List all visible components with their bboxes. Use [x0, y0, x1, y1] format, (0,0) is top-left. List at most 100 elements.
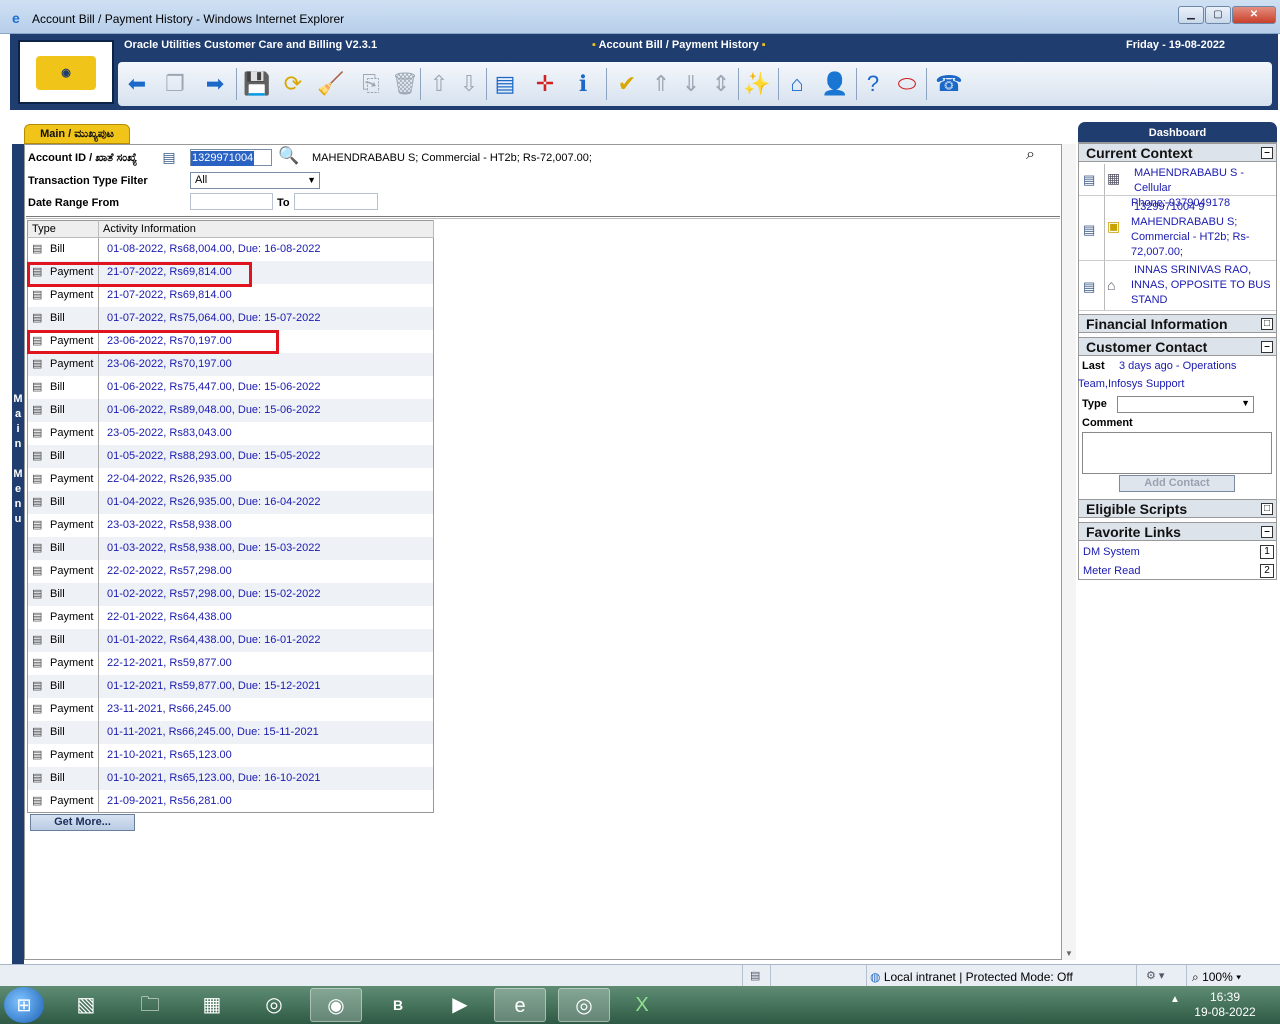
go-up-icon[interactable]: ⇑: [646, 68, 676, 100]
clear-broom-icon[interactable]: 🧹: [316, 68, 346, 100]
activity-information-link[interactable]: 01-04-2022, Rs26,935.00, Due: 16-04-2022: [98, 490, 434, 514]
b-app-icon[interactable]: B: [372, 988, 424, 1022]
expand-icon[interactable]: □: [1261, 503, 1273, 515]
main-menu-sidebar[interactable]: Main Menu: [12, 144, 24, 970]
copy-icon[interactable]: ⎘: [356, 68, 386, 100]
table-row[interactable]: ▤ Payment 22-01-2022, Rs64,438.00: [27, 605, 434, 629]
media-player-icon[interactable]: ▶: [434, 988, 486, 1022]
activity-information-link[interactable]: 21-09-2021, Rs56,281.00: [99, 790, 434, 813]
contact-type-select[interactable]: ▼: [1117, 396, 1254, 413]
context-menu-icon[interactable]: ▤: [32, 450, 46, 462]
maximize-button[interactable]: ▢: [1205, 6, 1231, 24]
table-row[interactable]: ▤ Bill 01-10-2021, Rs65,123.00, Due: 16-10…: [27, 766, 434, 790]
context-item-premise[interactable]: ▤ ⌂ INNAS SRINIVAS RAO, INNAS, OPPOSITE …: [1079, 263, 1276, 311]
date-from-input[interactable]: [190, 193, 273, 210]
activity-information-link[interactable]: 01-06-2022, Rs75,447.00, Due: 15-06-2022: [99, 376, 434, 399]
next-record-icon[interactable]: ⇩: [454, 68, 484, 100]
financial-information-header[interactable]: Financial Information □: [1079, 314, 1276, 333]
context-menu-icon[interactable]: ▤: [32, 772, 46, 784]
help-icon[interactable]: ?: [858, 68, 888, 100]
expand-icon[interactable]: □: [1261, 318, 1273, 330]
activity-information-link[interactable]: 21-10-2021, Rs65,123.00: [99, 744, 434, 767]
activity-information-link[interactable]: 01-06-2022, Rs89,048.00, Due: 15-06-2022: [98, 398, 434, 422]
file-explorer-icon[interactable]: 🗀: [124, 988, 176, 1022]
current-context-header[interactable]: Current Context –: [1079, 143, 1276, 162]
context-menu-icon[interactable]: ▤: [160, 149, 178, 165]
table-row[interactable]: ▤ Payment 22-12-2021, Rs59,877.00: [27, 651, 434, 675]
tab-main[interactable]: Main / ಮುಖ್ಯಪುಟ: [24, 124, 130, 144]
table-row[interactable]: ▤ Payment 23-11-2021, Rs66,245.00: [27, 697, 434, 721]
activity-information-link[interactable]: 01-11-2021, Rs66,245.00, Due: 15-11-2021: [98, 720, 434, 744]
excel-icon[interactable]: X: [616, 988, 668, 1022]
context-menu-icon[interactable]: ▤: [32, 749, 46, 761]
context-menu-icon[interactable]: ▤: [32, 243, 46, 255]
security-zone[interactable]: ◍ Local intranet | Protected Mode: Off: [870, 970, 1073, 984]
internet-explorer-icon[interactable]: e: [494, 988, 546, 1022]
activity-information-link[interactable]: 01-07-2022, Rs75,064.00, Due: 15-07-2022: [98, 306, 434, 330]
context-menu-icon[interactable]: ▤: [32, 611, 46, 623]
table-row[interactable]: ▤ Payment 22-04-2022, Rs26,935.00: [27, 467, 434, 491]
performance-monitor-icon[interactable]: ▦: [186, 988, 238, 1022]
collapse-icon[interactable]: ⇕: [706, 68, 736, 100]
activity-information-link[interactable]: 01-03-2022, Rs58,938.00, Due: 15-03-2022: [98, 536, 434, 560]
table-row[interactable]: ▤ Payment 21-10-2021, Rs65,123.00: [27, 743, 434, 767]
context-menu-icon[interactable]: ▤: [32, 427, 46, 439]
back-arrow-icon[interactable]: ⬅: [122, 68, 152, 100]
user-preferences-icon[interactable]: 👤: [820, 68, 850, 100]
context-menu-icon[interactable]: ▤: [32, 496, 46, 508]
last-contact-value[interactable]: 3 days ago - Operations: [1119, 360, 1236, 372]
context-menu-icon[interactable]: ▤: [32, 703, 46, 715]
activity-information-link[interactable]: 22-04-2022, Rs26,935.00: [99, 468, 434, 491]
context-menu-icon[interactable]: ▤: [32, 519, 46, 531]
home-icon[interactable]: ⌂: [782, 68, 812, 100]
activity-information-link[interactable]: 23-05-2022, Rs83,043.00: [99, 422, 434, 445]
get-more-button[interactable]: Get More...: [30, 814, 135, 831]
start-button[interactable]: ⊞: [4, 987, 44, 1023]
context-menu-icon[interactable]: ▤: [1083, 279, 1101, 295]
eligible-scripts-header[interactable]: Eligible Scripts □: [1079, 499, 1276, 518]
context-menu-icon[interactable]: ▤: [32, 634, 46, 646]
context-menu-icon[interactable]: ▤: [32, 795, 46, 807]
activity-information-link[interactable]: 22-02-2022, Rs57,298.00: [99, 560, 434, 583]
firefox-icon[interactable]: ◉: [310, 988, 362, 1022]
collapse-icon[interactable]: –: [1261, 526, 1273, 538]
system-clock[interactable]: 16:39 19-08-2022: [1190, 990, 1260, 1020]
table-row[interactable]: ▤ Bill 01-06-2022, Rs75,447.00, Due: 15-06…: [27, 375, 434, 399]
table-row[interactable]: ▤ Bill 01-07-2022, Rs75,064.00, Due: 15-07…: [27, 306, 434, 330]
chrome-profile-icon[interactable]: ◎: [558, 988, 610, 1022]
table-row[interactable]: ▤ Payment 23-06-2022, Rs70,197.00: [27, 352, 434, 376]
refresh-icon[interactable]: ⟳: [278, 68, 308, 100]
collapse-icon[interactable]: –: [1261, 147, 1273, 159]
context-menu-icon[interactable]: ▤: [1083, 222, 1101, 238]
activity-information-link[interactable]: 01-01-2022, Rs64,438.00, Due: 16-01-2022: [98, 628, 434, 652]
customer-contact-header[interactable]: Customer Contact –: [1079, 337, 1276, 356]
previous-record-icon[interactable]: ⇧: [424, 68, 454, 100]
activity-information-link[interactable]: 22-01-2022, Rs64,438.00: [99, 606, 434, 629]
zoom-level[interactable]: ⌕ 100% ▾: [1192, 970, 1241, 985]
save-icon[interactable]: 💾: [242, 68, 272, 100]
alert-crosshair-icon[interactable]: ✛: [530, 68, 560, 100]
last-contact-value-continued[interactable]: Team,Infosys Support: [1078, 378, 1184, 390]
context-menu-icon[interactable]: ▤: [32, 358, 46, 370]
context-item-account[interactable]: ▤ ▣ 1329971004 9 MAHENDRABABU S; Commerc…: [1079, 198, 1276, 261]
table-row[interactable]: ▤ Bill 01-04-2022, Rs26,935.00, Due: 16-04…: [27, 490, 434, 514]
activity-information-link[interactable]: 23-06-2022, Rs70,197.00: [98, 352, 434, 376]
context-menu-icon[interactable]: ▤: [32, 680, 46, 692]
main-scrollbar[interactable]: ▼: [1062, 144, 1076, 960]
information-icon[interactable]: ℹ: [568, 68, 598, 100]
table-row[interactable]: ▤ Payment 23-03-2022, Rs58,938.00: [27, 513, 434, 537]
scroll-down-icon[interactable]: ▼: [1065, 949, 1073, 958]
favorite-link-meter-read[interactable]: Meter Read: [1083, 565, 1140, 577]
activity-information-link[interactable]: 01-02-2022, Rs57,298.00, Due: 15-02-2022: [98, 582, 434, 606]
table-row[interactable]: ▤ Payment 22-02-2022, Rs57,298.00: [27, 559, 434, 583]
activity-information-link[interactable]: 23-11-2021, Rs66,245.00: [99, 698, 434, 721]
context-menu-icon[interactable]: ▤: [32, 588, 46, 600]
chrome-icon[interactable]: ◎: [248, 988, 300, 1022]
transaction-type-filter-select[interactable]: All ▼: [190, 172, 320, 189]
script-wand-icon[interactable]: ✨: [742, 68, 772, 100]
table-row[interactable]: ▤ Bill 01-03-2022, Rs58,938.00, Due: 15-03…: [27, 536, 434, 560]
context-menu-icon[interactable]: ▤: [32, 381, 46, 393]
context-item-contact[interactable]: ▤ ▦ MAHENDRABABU S - Cellular Phone: 937…: [1079, 164, 1276, 209]
table-row[interactable]: ▤ Payment 21-09-2021, Rs56,281.00: [27, 789, 434, 813]
context-menu-icon[interactable]: ▤: [32, 657, 46, 669]
